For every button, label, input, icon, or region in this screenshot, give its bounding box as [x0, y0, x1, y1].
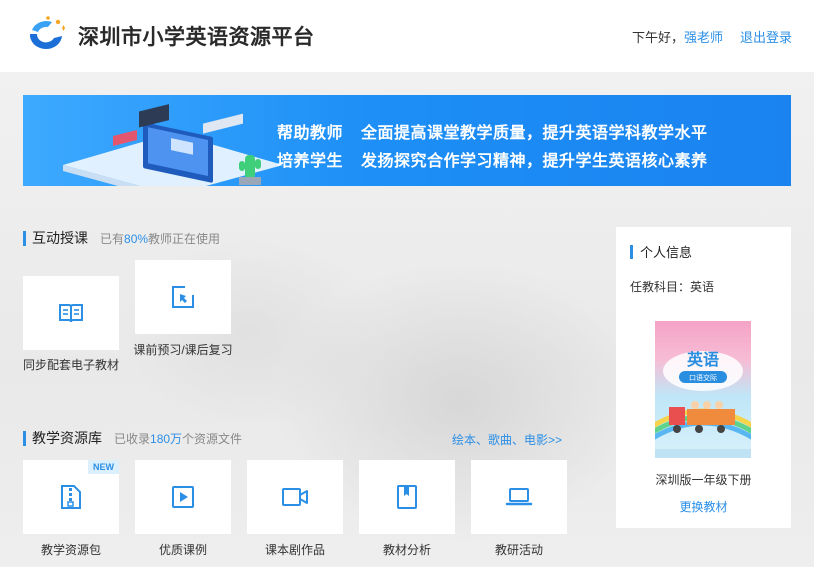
section-title: 教学资源库: [32, 430, 102, 446]
profile-card: 个人信息 任教科目：英语 英语 口语交际 深圳版一年级下册 更换教材: [616, 227, 791, 528]
section-subtitle-prefix: 已有: [100, 231, 125, 246]
tile-label-resource-pack[interactable]: 教学资源包: [18, 543, 124, 558]
logout-link[interactable]: 退出登录: [740, 27, 792, 46]
tile-drama-works[interactable]: [247, 460, 343, 534]
section-title: 互动授课: [32, 230, 88, 246]
zip-file-icon: [61, 485, 81, 509]
cursor-select-icon: [172, 286, 194, 308]
section-subtitle-suffix: 个资源文件: [182, 431, 243, 446]
more-resources-link[interactable]: 绘本、歌曲、电影>>: [452, 431, 562, 448]
teaching-subject: 任教科目：英语: [630, 280, 715, 294]
tile-label-drama-works[interactable]: 课本剧作品: [242, 543, 348, 558]
banner-line-2: 培养学生 发扬探究合作学习精神，提升学生英语核心素养: [277, 147, 708, 171]
section-subtitle: 已有80%教师正在使用: [100, 230, 220, 247]
section-accent-bar: [23, 230, 26, 246]
banner-line-1-text: 全面提高课堂教学质量，提升英语学科教学水平: [361, 125, 708, 142]
book-subtitle: 口语交际: [689, 373, 717, 382]
tile-label-research-activity[interactable]: 教研活动: [466, 543, 572, 558]
tile-label-textbook-analysis[interactable]: 教材分析: [354, 543, 460, 558]
video-camera-icon: [282, 488, 308, 506]
profile-header: 个人信息: [630, 242, 692, 261]
resource-count: 180万: [150, 431, 183, 446]
tile-quality-lessons[interactable]: [135, 460, 231, 534]
hero-banner: 帮助教师 全面提高课堂教学质量，提升英语学科教学水平 培养学生 发扬探究合作学习精神…: [23, 95, 791, 186]
section-accent-bar: [23, 430, 26, 446]
library-section-header: 教学资源库 已收录180万个资源文件: [23, 428, 242, 448]
tile-label-quality-lessons[interactable]: 优质课例: [130, 543, 236, 558]
textbook-cover-art: 英语 口语交际: [655, 350, 751, 458]
banner-line-1-lead: 帮助教师: [277, 125, 344, 142]
interactive-section-header: 互动授课 已有80%教师正在使用: [23, 228, 220, 248]
greeting: 下午好，强老师: [632, 27, 723, 46]
tile-label-ebook[interactable]: 同步配套电子教材: [18, 358, 124, 373]
new-badge: NEW: [88, 460, 119, 474]
teacher-name[interactable]: 强老师: [684, 30, 723, 45]
greeting-prefix: 下午好，: [631, 30, 684, 45]
bookmark-book-icon: [397, 485, 417, 509]
banner-line-1: 帮助教师 全面提高课堂教学质量，提升英语学科教学水平: [277, 119, 708, 143]
section-subtitle-suffix: 教师正在使用: [148, 231, 221, 246]
usage-percent: 80%: [124, 231, 149, 246]
change-textbook-link[interactable]: 更换教材: [616, 498, 791, 515]
section-subtitle: 已收录180万个资源文件: [114, 430, 242, 447]
site-title: 深圳市小学英语资源平台: [78, 26, 315, 49]
tile-research-activity[interactable]: [471, 460, 567, 534]
textbook-name: 深圳版一年级下册: [655, 473, 752, 487]
laptop-icon: [505, 488, 533, 506]
section-accent-bar: [630, 244, 633, 259]
video-play-icon: [172, 486, 194, 508]
book-title: 英语: [686, 350, 719, 369]
tile-ebook[interactable]: [23, 276, 119, 350]
banner-line-2-text: 发扬探究合作学习精神，提升学生英语核心素养: [361, 153, 708, 170]
tile-textbook-analysis[interactable]: [359, 460, 455, 534]
textbook-cover[interactable]: 英语 口语交际: [655, 321, 751, 458]
platform-logo-icon: [29, 16, 65, 50]
tile-resource-pack[interactable]: NEW: [23, 460, 119, 534]
open-book-icon: [59, 304, 83, 323]
section-subtitle-prefix: 已收录: [114, 431, 151, 446]
profile-title: 个人信息: [640, 245, 693, 260]
top-header: 深圳市小学英语资源平台 下午好，强老师 退出登录: [0, 0, 814, 72]
banner-line-2-lead: 培养学生: [277, 153, 344, 170]
tile-label-preview-review[interactable]: 课前预习/课后复习: [130, 343, 236, 358]
tile-preview-review[interactable]: [135, 260, 231, 334]
desk-illustration: [63, 104, 283, 186]
